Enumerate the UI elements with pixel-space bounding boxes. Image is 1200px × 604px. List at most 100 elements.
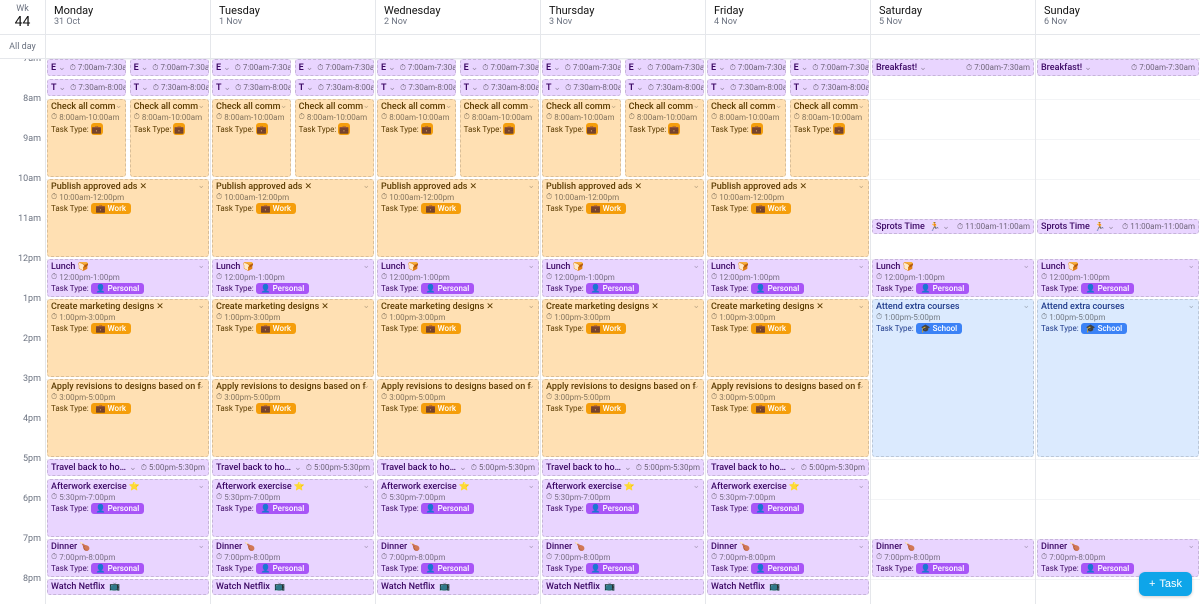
expand-icon[interactable]: ⌄ <box>527 301 535 311</box>
event-card[interactable]: ⌄ Afterwork exercise⭐ 5:30pm-7:00pm Task… <box>377 479 539 537</box>
expand-icon[interactable]: ⌄ <box>197 541 205 551</box>
expand-icon[interactable]: ⌄ <box>224 83 232 93</box>
event-card-compact[interactable]: T ⌄ ⏱ 7:30am-8:00am <box>460 79 539 96</box>
event-card[interactable]: ⌄ Check all comm 8:00am-10:00am Task Typ… <box>212 99 291 177</box>
expand-icon[interactable]: ⌄ <box>1084 63 1092 73</box>
expand-icon[interactable]: ⌄ <box>115 101 123 111</box>
expand-icon[interactable]: ⌄ <box>857 261 865 271</box>
expand-icon[interactable]: ⌄ <box>197 181 205 191</box>
expand-icon[interactable]: ⌄ <box>388 63 396 73</box>
expand-icon[interactable]: ⌄ <box>141 63 149 73</box>
event-card-compact[interactable]: Sprots Time 🏃 ⌄ ⏱ 11:00am-11:00am <box>872 219 1034 234</box>
event-card[interactable]: ⌄ Check all comm 8:00am-10:00am Task Typ… <box>707 99 786 177</box>
expand-icon[interactable]: ⌄ <box>527 381 535 391</box>
expand-icon[interactable]: ⌄ <box>692 381 700 391</box>
expand-icon[interactable]: ⌄ <box>692 481 700 491</box>
event-card[interactable]: ⌄ Afterwork exercise⭐ 5:30pm-7:00pm Task… <box>212 479 374 537</box>
allday-cell[interactable] <box>376 35 541 58</box>
event-card[interactable]: ⌄ Lunch🍞 12:00pm-1:00pm Task Type:👤Perso… <box>542 259 704 297</box>
expand-icon[interactable]: ⌄ <box>306 83 314 93</box>
new-task-button[interactable]: + Task <box>1139 572 1192 596</box>
event-card-compact[interactable]: Travel back to home 🏠 ⌄ ⏱ 5:00pm-5:30pm <box>542 459 704 476</box>
event-card[interactable]: ⌄ Dinner🍗 7:00pm-8:00pm Task Type:👤Perso… <box>707 539 869 577</box>
day-header[interactable]: Sunday6 Nov <box>1036 0 1200 34</box>
event-card[interactable]: ⌄ Create marketing designs✕ 1:00pm-3:00p… <box>47 299 209 377</box>
expand-icon[interactable]: ⌄ <box>692 301 700 311</box>
event-card[interactable]: ⌄ Apply revisions to designs based on f … <box>212 379 374 457</box>
expand-icon[interactable]: ⌄ <box>362 181 370 191</box>
event-card-compact[interactable]: T ⌄ ⏱ 7:30am-8:00am <box>790 79 869 96</box>
expand-icon[interactable]: ⌄ <box>389 83 397 93</box>
event-card-compact[interactable]: Watch Netflix 📺 <box>707 579 869 595</box>
event-card-compact[interactable]: E ⌄ ⏱ 7:00am-7:30am <box>625 59 704 76</box>
event-card[interactable]: ⌄ Publish approved ads✕ 10:00am-12:00pm … <box>377 179 539 257</box>
expand-icon[interactable]: ⌄ <box>197 101 205 111</box>
event-card[interactable]: ⌄ Create marketing designs✕ 1:00pm-3:00p… <box>542 299 704 377</box>
allday-cell[interactable] <box>211 35 376 58</box>
event-card[interactable]: ⌄ Afterwork exercise⭐ 5:30pm-7:00pm Task… <box>707 479 869 537</box>
day-header[interactable]: Friday4 Nov <box>706 0 871 34</box>
event-card-compact[interactable]: T ⌄ ⏱ 7:30am-8:00am <box>707 79 786 96</box>
expand-icon[interactable]: ⌄ <box>527 101 535 111</box>
event-card[interactable]: ⌄ Check all comm 8:00am-10:00am Task Typ… <box>460 99 539 177</box>
expand-icon[interactable]: ⌄ <box>624 463 632 473</box>
expand-icon[interactable]: ⌄ <box>471 63 479 73</box>
expand-icon[interactable]: ⌄ <box>942 222 950 232</box>
expand-icon[interactable]: ⌄ <box>223 63 231 73</box>
event-card[interactable]: ⌄ Dinner🍗 7:00pm-8:00pm Task Type:👤Perso… <box>542 539 704 577</box>
expand-icon[interactable]: ⌄ <box>197 301 205 311</box>
event-card-compact[interactable]: Travel back to home 🏠 ⌄ ⏱ 5:00pm-5:30pm <box>377 459 539 476</box>
expand-icon[interactable]: ⌄ <box>527 261 535 271</box>
expand-icon[interactable]: ⌄ <box>459 463 467 473</box>
event-card-compact[interactable]: E ⌄ ⏱ 7:00am-7:30am <box>377 59 456 76</box>
event-card[interactable]: ⌄ Check all comm 8:00am-10:00am Task Typ… <box>625 99 704 177</box>
event-card[interactable]: ⌄ Lunch🍞 12:00pm-1:00pm Task Type:👤Perso… <box>377 259 539 297</box>
event-card[interactable]: ⌄ Lunch🍞 12:00pm-1:00pm Task Type:👤Perso… <box>707 259 869 297</box>
event-card-compact[interactable]: E ⌄ ⏱ 7:00am-7:30am <box>130 59 209 76</box>
expand-icon[interactable]: ⌄ <box>197 381 205 391</box>
event-card[interactable]: ⌄ Lunch🍞 12:00pm-1:00pm Task Type:👤Perso… <box>872 259 1034 297</box>
expand-icon[interactable]: ⌄ <box>692 101 700 111</box>
expand-icon[interactable]: ⌄ <box>1187 261 1195 271</box>
event-card[interactable]: ⌄ Create marketing designs✕ 1:00pm-3:00p… <box>707 299 869 377</box>
expand-icon[interactable]: ⌄ <box>362 101 370 111</box>
event-card-compact[interactable]: Travel back to home 🏠 ⌄ ⏱ 5:00pm-5:30pm <box>47 459 209 476</box>
expand-icon[interactable]: ⌄ <box>362 481 370 491</box>
event-card-compact[interactable]: Watch Netflix 📺 <box>542 579 704 595</box>
expand-icon[interactable]: ⌄ <box>610 101 618 111</box>
day-column[interactable]: E ⌄ ⏱ 7:00am-7:30am E ⌄ ⏱ 7:00am-7:30am … <box>541 59 706 604</box>
expand-icon[interactable]: ⌄ <box>692 261 700 271</box>
event-card[interactable]: ⌄ Afterwork exercise⭐ 5:30pm-7:00pm Task… <box>542 479 704 537</box>
event-card-compact[interactable]: Breakfast! ⌄ ⏱ 7:00am-7:30am <box>1037 59 1199 76</box>
event-card[interactable]: ⌄ Apply revisions to designs based on f … <box>377 379 539 457</box>
event-card-compact[interactable]: T ⌄ ⏱ 7:30am-8:00am <box>47 79 126 96</box>
expand-icon[interactable]: ⌄ <box>471 83 479 93</box>
expand-icon[interactable]: ⌄ <box>527 541 535 551</box>
expand-icon[interactable]: ⌄ <box>1187 301 1195 311</box>
expand-icon[interactable]: ⌄ <box>692 541 700 551</box>
allday-cell[interactable] <box>1036 35 1200 58</box>
expand-icon[interactable]: ⌄ <box>636 83 644 93</box>
event-card[interactable]: ⌄ Publish approved ads✕ 10:00am-12:00pm … <box>542 179 704 257</box>
day-header[interactable]: Monday31 Oct <box>46 0 211 34</box>
event-card[interactable]: ⌄ Check all comm 8:00am-10:00am Task Typ… <box>295 99 374 177</box>
expand-icon[interactable]: ⌄ <box>692 181 700 191</box>
event-card[interactable]: ⌄ Apply revisions to designs based on f … <box>542 379 704 457</box>
expand-icon[interactable]: ⌄ <box>141 83 149 93</box>
day-column[interactable]: Breakfast! ⌄ ⏱ 7:00am-7:30am Sprots Time… <box>1036 59 1200 604</box>
expand-icon[interactable]: ⌄ <box>527 181 535 191</box>
day-column[interactable]: E ⌄ ⏱ 7:00am-7:30am E ⌄ ⏱ 7:00am-7:30am … <box>376 59 541 604</box>
event-card-compact[interactable]: Sprots Time 🏃 ⌄ ⏱ 11:00am-11:00am <box>1037 219 1199 234</box>
event-card[interactable]: ⌄ Lunch🍞 12:00pm-1:00pm Task Type:👤Perso… <box>1037 259 1199 297</box>
event-card[interactable]: ⌄ Check all comm 8:00am-10:00am Task Typ… <box>47 99 126 177</box>
event-card-compact[interactable]: E ⌄ ⏱ 7:00am-7:30am <box>790 59 869 76</box>
expand-icon[interactable]: ⌄ <box>59 83 67 93</box>
event-card[interactable]: ⌄ Apply revisions to designs based on f … <box>707 379 869 457</box>
event-card[interactable]: ⌄ Check all comm 8:00am-10:00am Task Typ… <box>790 99 869 177</box>
expand-icon[interactable]: ⌄ <box>775 101 783 111</box>
day-header[interactable]: Wednesday2 Nov <box>376 0 541 34</box>
event-card[interactable]: ⌄ Attend extra courses 1:00pm-5:00pm Tas… <box>1037 299 1199 457</box>
event-card-compact[interactable]: T ⌄ ⏱ 7:30am-8:00am <box>212 79 291 96</box>
expand-icon[interactable]: ⌄ <box>294 463 302 473</box>
expand-icon[interactable]: ⌄ <box>801 63 809 73</box>
